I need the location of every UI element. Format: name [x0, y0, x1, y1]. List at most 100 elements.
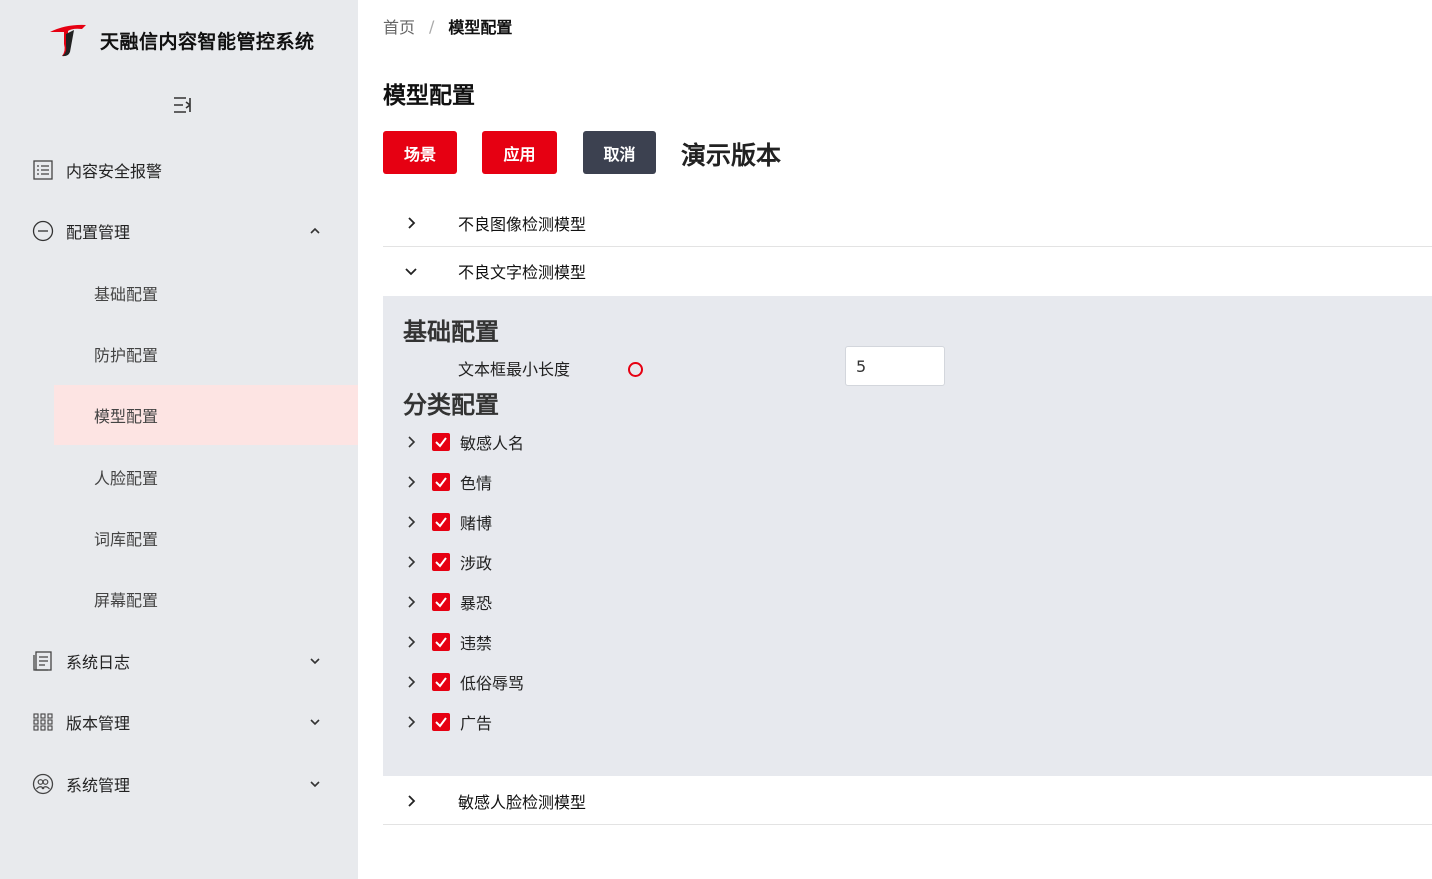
brand-title: 天融信内容智能管控系统 — [100, 30, 315, 53]
breadcrumb-current: 模型配置 — [448, 18, 513, 37]
category-row: 色情 — [403, 462, 492, 502]
menu-collapse-icon[interactable] — [171, 94, 193, 116]
category-row: 涉政 — [403, 542, 492, 582]
category-checkbox[interactable] — [432, 473, 450, 491]
sidebar-subitem-screen-config[interactable]: 屏幕配置 — [54, 569, 358, 629]
check-icon — [435, 717, 447, 728]
sidebar-item-system-log[interactable]: 系统日志 — [0, 632, 358, 690]
chevron-right-icon[interactable] — [403, 434, 419, 450]
sidebar-subitem-label: 防护配置 — [94, 346, 159, 365]
sidebar-item-label: 版本管理 — [66, 714, 131, 733]
sidebar-subitem-label: 人脸配置 — [94, 469, 159, 488]
demo-version-label: 演示版本 — [681, 141, 782, 170]
sidebar-subitem-face-config[interactable]: 人脸配置 — [54, 447, 358, 507]
category-checkbox[interactable] — [432, 633, 450, 651]
list-icon — [33, 160, 53, 180]
text-model-panel: 基础配置 文本框最小长度 分类配置 敏感人名 色情 赌博 涉政 暴恐 — [383, 296, 1432, 776]
sidebar-item-config-management[interactable]: 配置管理 — [0, 202, 358, 260]
accordion-text-model[interactable]: 不良文字检测模型 — [383, 247, 1432, 295]
sidebar-subitem-basic-config[interactable]: 基础配置 — [54, 263, 358, 323]
chevron-right-icon[interactable] — [403, 634, 419, 650]
chevron-right-icon[interactable] — [403, 674, 419, 690]
check-icon — [435, 597, 447, 608]
category-row: 赌博 — [403, 502, 492, 542]
chevron-up-icon — [310, 227, 320, 234]
category-label: 色情 — [460, 474, 493, 493]
sidebar-item-label: 系统管理 — [66, 776, 131, 795]
chevron-down-icon — [310, 781, 320, 788]
sidebar-subitem-protection-config[interactable]: 防护配置 — [54, 324, 358, 384]
category-checkbox[interactable] — [432, 433, 450, 451]
chevron-right-icon[interactable] — [403, 474, 419, 490]
category-checkbox[interactable] — [432, 513, 450, 531]
check-icon — [435, 637, 447, 648]
breadcrumb-home-link[interactable]: 首页 — [383, 14, 415, 38]
chevron-right-icon — [408, 794, 416, 807]
breadcrumb-separator: / — [429, 16, 435, 36]
chevron-down-icon — [310, 658, 320, 665]
category-label: 低俗辱骂 — [460, 674, 525, 693]
cancel-button[interactable]: 取消 — [583, 131, 656, 174]
check-icon — [435, 517, 447, 528]
category-row: 违禁 — [403, 622, 492, 662]
accordion-face-model[interactable]: 敏感人脸检测模型 — [383, 777, 1432, 825]
accordion-label: 不良图像检测模型 — [458, 214, 587, 234]
chevron-right-icon[interactable] — [403, 714, 419, 730]
sidebar-item-system-management[interactable]: 系统管理 — [0, 755, 358, 813]
sidebar-subitem-label: 基础配置 — [94, 285, 159, 304]
brand-logo-icon — [50, 24, 86, 57]
page-title: 模型配置 — [383, 83, 475, 109]
category-label: 涉政 — [460, 554, 493, 573]
minus-circle-icon — [32, 220, 54, 242]
category-label: 违禁 — [460, 634, 493, 653]
scene-button[interactable]: 场景 — [383, 131, 457, 174]
sidebar-item-content-alerts[interactable]: 内容安全报警 — [0, 141, 358, 199]
sidebar-subitem-model-config[interactable]: 模型配置 — [54, 385, 358, 445]
category-checkbox[interactable] — [432, 593, 450, 611]
document-icon — [33, 651, 52, 671]
sidebar-subitem-label: 模型配置 — [94, 407, 159, 426]
accordion-image-model[interactable]: 不良图像检测模型 — [383, 199, 1432, 247]
accordion-label: 不良文字检测模型 — [458, 263, 587, 282]
sidebar-subitem-lexicon-config[interactable]: 词库配置 — [54, 508, 358, 568]
category-checkbox[interactable] — [432, 713, 450, 731]
sidebar-subitem-label: 屏幕配置 — [94, 591, 159, 610]
category-row: 低俗辱骂 — [403, 662, 524, 702]
category-label: 敏感人名 — [460, 434, 525, 453]
category-row: 广告 — [403, 702, 492, 742]
min-length-input[interactable] — [845, 346, 945, 386]
category-config-title: 分类配置 — [403, 391, 499, 419]
category-row: 敏感人名 — [403, 422, 524, 462]
sidebar-item-version-management[interactable]: 版本管理 — [0, 693, 358, 751]
check-icon — [435, 477, 447, 488]
brand: 天融信内容智能管控系统 — [48, 22, 315, 58]
category-label: 暴恐 — [460, 594, 493, 613]
apply-button[interactable]: 应用 — [482, 131, 557, 174]
chevron-right-icon[interactable] — [403, 594, 419, 610]
category-checkbox[interactable] — [432, 673, 450, 691]
users-icon — [32, 773, 54, 795]
check-icon — [435, 677, 447, 688]
sidebar-item-label: 配置管理 — [66, 223, 131, 242]
sidebar-item-label: 系统日志 — [66, 653, 131, 672]
sidebar-item-label: 内容安全报警 — [66, 162, 163, 181]
check-icon — [435, 557, 447, 568]
accordion-label: 敏感人脸检测模型 — [458, 792, 587, 812]
category-label: 赌博 — [460, 514, 493, 533]
chevron-down-icon — [405, 268, 417, 276]
grid-icon — [33, 713, 53, 731]
chevron-right-icon[interactable] — [403, 554, 419, 570]
category-checkbox[interactable] — [432, 553, 450, 571]
radio-button[interactable] — [628, 362, 643, 377]
breadcrumb: 首页 / 模型配置 — [383, 14, 512, 38]
chevron-right-icon[interactable] — [403, 514, 419, 530]
check-icon — [435, 437, 447, 448]
chevron-down-icon — [310, 719, 320, 726]
sidebar-subitem-label: 词库配置 — [94, 530, 159, 549]
min-length-label: 文本框最小长度 — [458, 360, 571, 379]
category-row: 暴恐 — [403, 582, 492, 622]
category-label: 广告 — [460, 714, 493, 733]
chevron-right-icon — [408, 216, 416, 229]
sidebar: 天融信内容智能管控系统 内容安全报警 配置管理 基础配置 防护配置 模型配置 人… — [0, 0, 358, 879]
basic-config-title: 基础配置 — [403, 318, 499, 346]
